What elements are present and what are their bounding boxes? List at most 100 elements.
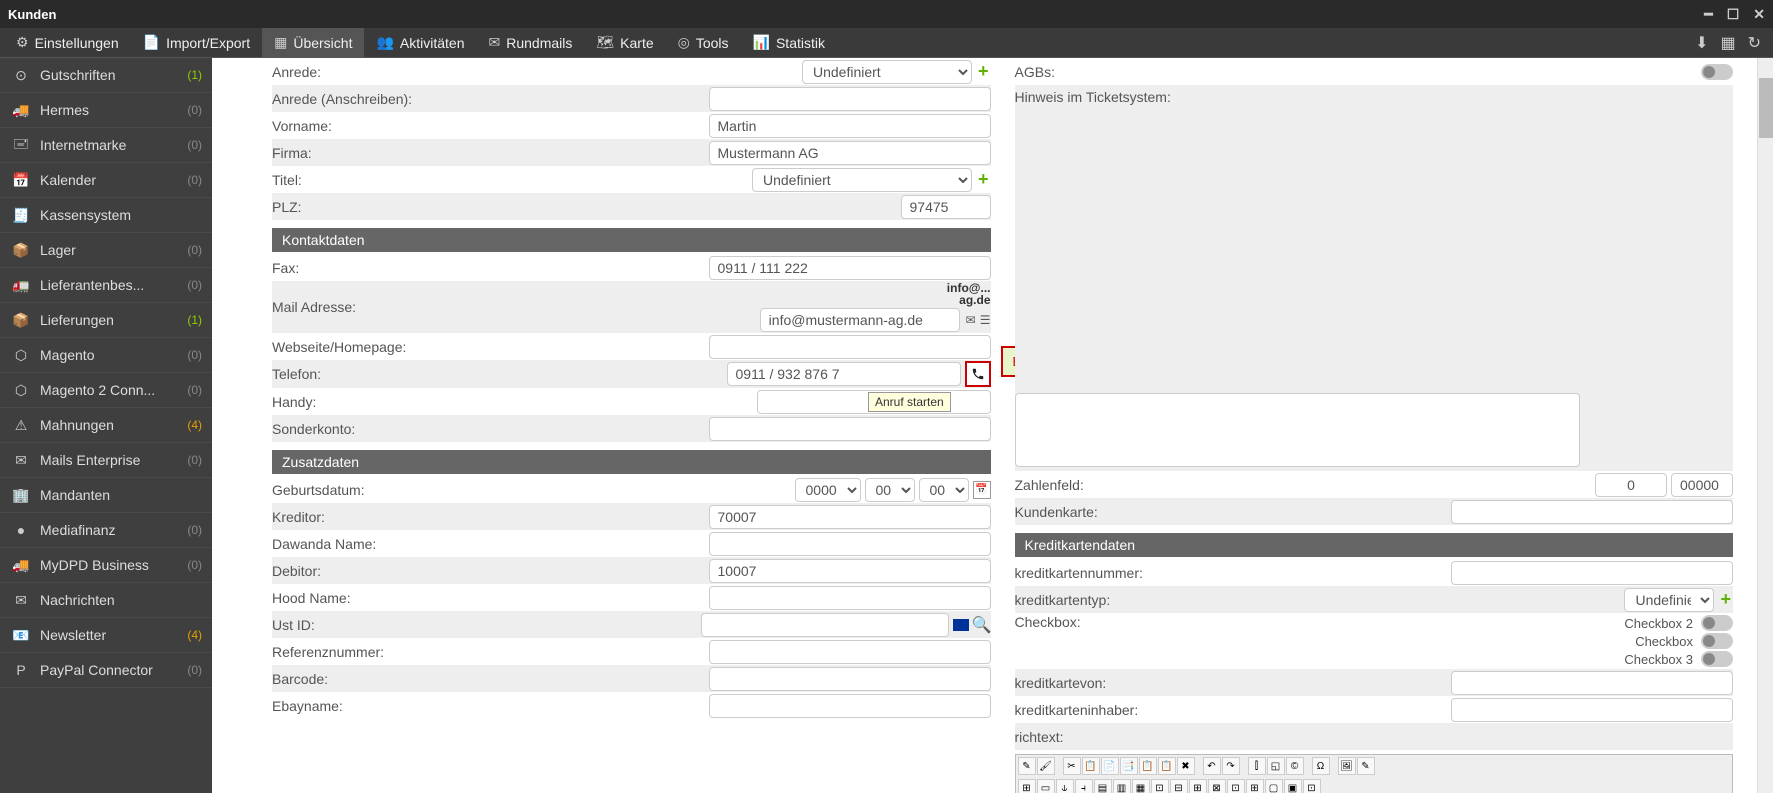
sidebar-item[interactable]: ●Mediafinanz(0) [0, 513, 212, 548]
dawanda-input[interactable] [709, 532, 991, 556]
rte-icon[interactable]: ▣ [1284, 779, 1302, 793]
agbs-toggle[interactable] [1701, 64, 1733, 80]
cb2-toggle[interactable] [1701, 633, 1733, 649]
rte-icon[interactable]: ⊡ [1227, 779, 1245, 793]
maximize-icon[interactable]: ☐ [1727, 6, 1740, 23]
toolbar-import/export[interactable]: 📄Import/Export [131, 28, 262, 57]
plz-input[interactable] [901, 195, 991, 219]
rte-table-icon[interactable]: ⊞ [1018, 779, 1036, 793]
rte-copy-icon[interactable]: 📋 [1082, 757, 1100, 775]
kkvon-input[interactable] [1451, 671, 1733, 695]
download-icon[interactable]: ⬇ [1695, 33, 1708, 53]
rte-cut-icon[interactable]: ✂ [1063, 757, 1081, 775]
rte-undo-icon[interactable]: ↶ [1203, 757, 1221, 775]
rte-delete-icon[interactable]: ✖ [1177, 757, 1195, 775]
eu-flag-icon[interactable] [953, 619, 969, 631]
rte-icon[interactable]: ▤ [1094, 779, 1112, 793]
titel-select[interactable]: Undefiniert [752, 168, 972, 192]
grid-icon[interactable]: ▦ [1720, 33, 1735, 53]
rte-icon[interactable]: 📑 [1120, 757, 1138, 775]
sidebar-item[interactable]: 📧Newsletter(4) [0, 618, 212, 653]
scrollbar[interactable] [1757, 58, 1773, 793]
rte-icon[interactable]: ▢ [1265, 779, 1283, 793]
sidebar-item[interactable]: 🚚MyDPD Business(0) [0, 548, 212, 583]
year-select[interactable]: 0000 [795, 478, 861, 502]
sidebar-item[interactable]: 🏢Mandanten [0, 478, 212, 513]
sidebar-item[interactable]: ✉Nachrichten [0, 583, 212, 618]
minimize-icon[interactable]: ━ [1704, 6, 1712, 23]
ebay-input[interactable] [709, 694, 991, 718]
rte-icon[interactable]: ▥ [1113, 779, 1131, 793]
rte-icon[interactable]: ⫞ [1075, 779, 1093, 793]
rte-icon[interactable]: ⊞ [1246, 779, 1264, 793]
kktyp-select[interactable]: Undefiniert [1624, 588, 1714, 612]
rte-icon[interactable]: ⊠ [1208, 779, 1226, 793]
webseite-input[interactable] [709, 335, 991, 359]
kknr-input[interactable] [1451, 561, 1733, 585]
barcode-input[interactable] [709, 667, 991, 691]
plus-icon[interactable]: + [1718, 589, 1733, 610]
sidebar-item[interactable]: 📦Lieferungen(1) [0, 303, 212, 338]
rte-icon[interactable]: ⫝ [1056, 779, 1074, 793]
rte-icon[interactable]: © [1286, 757, 1304, 775]
rte-icon[interactable]: ⊡ [1151, 779, 1169, 793]
search-icon[interactable]: 🔍 [973, 615, 991, 635]
sidebar-item[interactable]: PPayPal Connector(0) [0, 653, 212, 688]
refnr-input[interactable] [709, 640, 991, 664]
fax-input[interactable] [709, 256, 991, 280]
toolbar-übersicht[interactable]: ▦Übersicht [262, 28, 364, 57]
sidebar-item[interactable]: ⬡Magento 2 Conn...(0) [0, 373, 212, 408]
toolbar-rundmails[interactable]: ✉Rundmails [477, 28, 585, 57]
firma-input[interactable] [709, 141, 991, 165]
rte-redo-icon[interactable]: ↷ [1222, 757, 1240, 775]
toolbar-aktivitäten[interactable]: 👥Aktivitäten [364, 28, 476, 57]
sidebar-item[interactable]: 🚛Lieferantenbes...(0) [0, 268, 212, 303]
telefon-input[interactable] [727, 362, 961, 386]
rte-icon[interactable]: ◱ [1267, 757, 1285, 775]
cb1-toggle[interactable] [1701, 615, 1733, 631]
sidebar-item[interactable]: ⬡Magento(0) [0, 338, 212, 373]
sidebar-item[interactable]: 📦Lager(0) [0, 233, 212, 268]
rte-icon[interactable]: ⊟ [1170, 779, 1188, 793]
sidebar-item[interactable]: 🧾Kassensystem [0, 198, 212, 233]
rte-icon[interactable]: ✎ [1018, 757, 1036, 775]
calendar-icon[interactable]: 📅 [973, 481, 991, 499]
sidebar-item[interactable]: 📅Kalender(0) [0, 163, 212, 198]
plus-icon[interactable]: + [976, 61, 991, 82]
rte-icon[interactable]: ▭ [1037, 779, 1055, 793]
debitor-input[interactable] [709, 559, 991, 583]
sidebar-item[interactable]: ⚠Mahnungen(4) [0, 408, 212, 443]
plus-icon[interactable]: + [976, 169, 991, 190]
zahlen1-input[interactable] [1595, 473, 1667, 497]
rte-icon[interactable]: ⫿ [1248, 757, 1266, 775]
ustid-input[interactable] [701, 613, 949, 637]
rte-paste-icon[interactable]: 📄 [1101, 757, 1119, 775]
kkinh-input[interactable] [1451, 698, 1733, 722]
call-button[interactable] [965, 361, 991, 387]
rte-icon[interactable]: ▦ [1132, 779, 1150, 793]
rte-icon[interactable]: ⊞ [1189, 779, 1207, 793]
mail-input[interactable] [760, 308, 960, 332]
sidebar-item[interactable]: ✉Mails Enterprise(0) [0, 443, 212, 478]
cb3-toggle[interactable] [1701, 651, 1733, 667]
month-select[interactable]: 00 [865, 478, 915, 502]
zahlen2-input[interactable] [1671, 473, 1733, 497]
sonderkonto-input[interactable] [709, 417, 991, 441]
anrede-select[interactable]: Undefiniert [802, 60, 972, 84]
hinweis-textarea[interactable] [1015, 393, 1580, 467]
toolbar-tools[interactable]: ◎Tools [666, 28, 741, 57]
vorname-input[interactable] [709, 114, 991, 138]
anrede-anschreiben-input[interactable] [709, 87, 991, 111]
rte-icon[interactable]: 📋 [1139, 757, 1157, 775]
refresh-icon[interactable]: ↻ [1748, 33, 1761, 53]
kreditor-input[interactable] [709, 505, 991, 529]
day-select[interactable]: 00 [919, 478, 969, 502]
sidebar-item[interactable]: ⊙Gutschriften(1) [0, 58, 212, 93]
server-icon[interactable]: ☰ [980, 313, 991, 327]
toolbar-statistik[interactable]: 📊Statistik [741, 28, 837, 57]
hood-input[interactable] [709, 586, 991, 610]
rte-image-icon[interactable]: 🖼 [1338, 757, 1356, 775]
sidebar-item[interactable]: 🚚Hermes(0) [0, 93, 212, 128]
toolbar-karte[interactable]: 🗺Karte [584, 28, 665, 57]
close-icon[interactable]: ✕ [1753, 6, 1765, 23]
